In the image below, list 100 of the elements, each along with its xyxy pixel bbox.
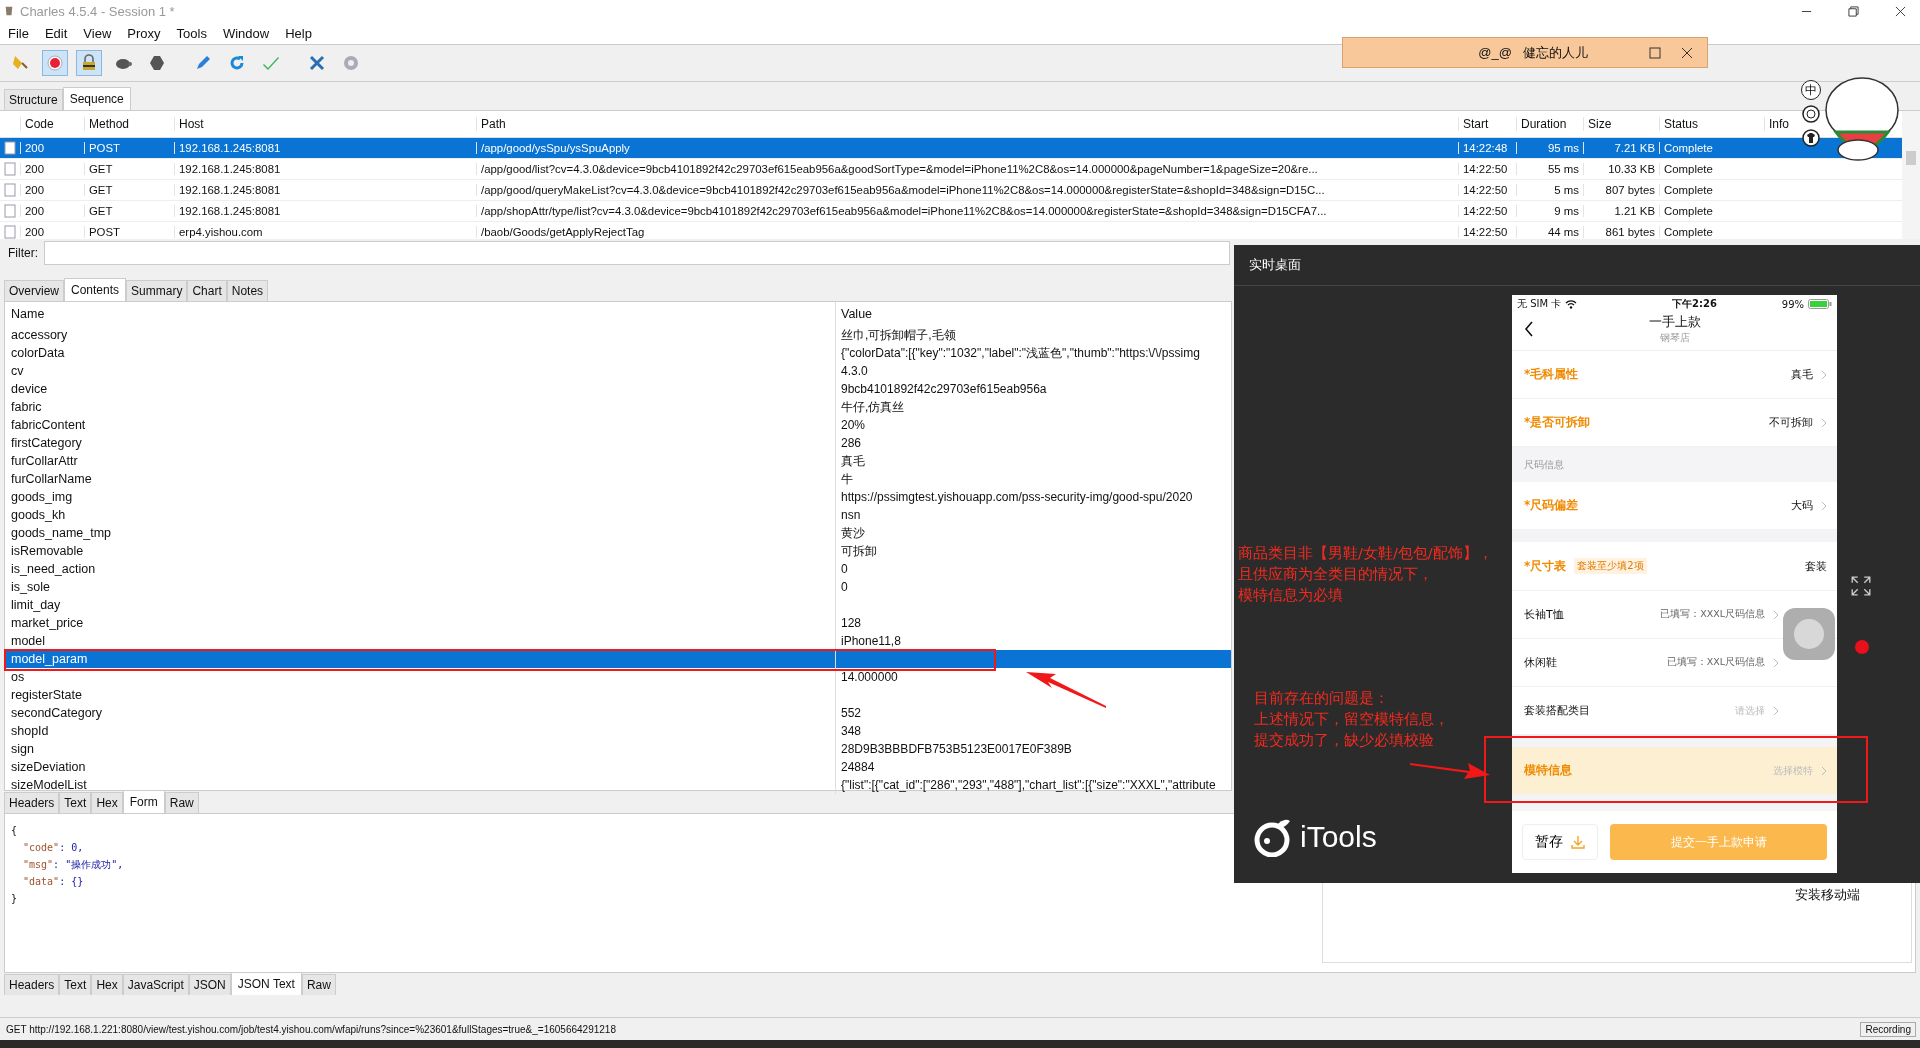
- detail-tab[interactable]: Chart: [187, 280, 227, 301]
- maximize-icon[interactable]: [1649, 46, 1661, 59]
- form-row[interactable]: goods_name_tmp 黄沙: [5, 524, 1231, 542]
- menu-item[interactable]: Proxy: [127, 25, 161, 41]
- form-row[interactable]: 长袖T恤 已填写：XXXL尺码信息: [1512, 591, 1837, 639]
- form-row[interactable]: isRemovable 可拆卸: [5, 542, 1231, 560]
- annotation-note: 商品类目非【男鞋/女鞋/包包/配饰】， 且供应商为全类目的情况下， 模特信息为必填: [1238, 544, 1493, 605]
- response-tab[interactable]: JSON Text: [230, 972, 302, 995]
- close-icon[interactable]: [1681, 46, 1693, 59]
- column-header[interactable]: Size: [1583, 117, 1659, 131]
- form-row[interactable]: firstCategory 286: [5, 434, 1231, 452]
- request-row[interactable]: 200 POST 192.168.1.245:8081 /app/good/ysSpu/ysSpuApply 14:22:48 95 ms 7.21 KB Complete: [0, 138, 1902, 159]
- form-row[interactable]: fabric 牛仔,仿真丝: [5, 398, 1231, 416]
- table-cell: 192.168.1.245:8081: [174, 142, 476, 154]
- table-cell: 5 ms: [1516, 184, 1583, 196]
- response-tab[interactable]: Headers: [4, 974, 60, 995]
- form-row[interactable]: device 9bcb4101892f42c29703ef615eab956a: [5, 380, 1231, 398]
- form-row[interactable]: fabricContent 20%: [5, 416, 1231, 434]
- menu-item[interactable]: Edit: [44, 25, 68, 41]
- table-cell: Complete: [1659, 184, 1764, 196]
- form-row[interactable]: colorData {"colorData":[{"key":"1032","label":"浅蓝色","thumb":"https:\/\/pssimg: [5, 344, 1231, 362]
- response-tab[interactable]: Hex: [91, 974, 123, 995]
- table-cell: is_sole: [11, 580, 50, 594]
- form-row[interactable]: *是否可拆卸 不可拆卸: [1512, 399, 1837, 447]
- field-placeholder: 请选择: [1735, 703, 1765, 718]
- form-row[interactable]: sign 28D9B3BBBDFB753B5123E0017E0F389B: [5, 740, 1231, 758]
- request-tab[interactable]: Text: [59, 792, 92, 813]
- throttle-button[interactable]: [76, 50, 102, 76]
- column-header[interactable]: Info: [1764, 117, 1798, 131]
- form-row[interactable]: accessory 丝巾,可拆卸帽子,毛领: [5, 326, 1231, 344]
- form-row[interactable]: *尺寸表 套装至少填2项 套装: [1512, 542, 1837, 591]
- table-cell: isRemovable: [11, 544, 84, 558]
- form-row[interactable]: *毛科属性 真毛: [1512, 351, 1837, 399]
- column-header[interactable]: Start: [1458, 117, 1516, 131]
- form-row[interactable]: goods_img https://pssimgtest.yishouapp.com/pss-security-img/good-spu/2020: [5, 488, 1231, 506]
- table-cell: goods_img: [11, 490, 73, 504]
- form-row[interactable]: *尺码偏差 大码: [1512, 482, 1837, 530]
- request-tab[interactable]: Raw: [164, 792, 199, 813]
- form-row[interactable]: market_price 128: [5, 614, 1231, 632]
- save-draft-button[interactable]: 暂存: [1522, 824, 1598, 860]
- view-tab[interactable]: Structure: [4, 89, 63, 110]
- menu-item[interactable]: View: [83, 25, 112, 41]
- form-row[interactable]: shopId 348: [5, 722, 1231, 740]
- table-cell: 200: [20, 205, 84, 217]
- table-cell: 44 ms: [1516, 226, 1583, 238]
- form-row[interactable]: is_need_action 0: [5, 560, 1231, 578]
- annotation-note: 目前存在的问题是： 上述情况下，留空模特信息， 提交成功了，缺少必填校验: [1254, 689, 1449, 750]
- request-tab[interactable]: Headers: [4, 792, 60, 813]
- form-row[interactable]: furCollarAttr 真毛: [5, 452, 1231, 470]
- form-row[interactable]: sizeDeviation 24884: [5, 758, 1231, 776]
- detail-tab[interactable]: Contents: [64, 278, 127, 301]
- close-icon[interactable]: [1895, 5, 1906, 17]
- column-header[interactable]: Value: [835, 302, 1231, 326]
- form-row[interactable]: goods_kh nsn: [5, 506, 1231, 524]
- request-row[interactable]: [0, 201, 1902, 222]
- column-header[interactable]: Code: [20, 117, 84, 131]
- column-header[interactable]: Method: [84, 117, 174, 131]
- request-row[interactable]: 200 GET 192.168.1.245:8081 /app/good/list?cv=4.3.0&device=9bcb4101892f42c29703ef615eab956a&goodSortType=&model=iPhone11%2C8&os=14.000000&pageNumber=1&pageSize=20&re... 14:22:50 55 ms 10.33 KB Complete: [0, 159, 1902, 180]
- form-row[interactable]: limit_day: [5, 596, 1231, 614]
- request-tab[interactable]: Hex: [91, 792, 123, 813]
- field-value: 已填写：XXL尺码信息: [1666, 656, 1765, 669]
- response-tab[interactable]: Text: [59, 974, 92, 995]
- menu-item[interactable]: Tools: [176, 25, 207, 41]
- form-row[interactable]: furCollarName 牛: [5, 470, 1231, 488]
- detail-tab[interactable]: Summary: [126, 280, 188, 301]
- table-cell: 14:22:50: [1458, 205, 1516, 217]
- response-tab[interactable]: JSON: [188, 974, 231, 995]
- detail-tab[interactable]: Notes: [226, 280, 269, 301]
- restore-icon[interactable]: [1848, 5, 1859, 17]
- menu-item[interactable]: Help: [285, 25, 312, 41]
- column-header[interactable]: Status: [1659, 117, 1764, 131]
- filter-label: Filter:: [8, 246, 38, 260]
- back-icon[interactable]: [1524, 321, 1534, 337]
- record-dot-icon[interactable]: [1855, 640, 1869, 654]
- table-cell: 1.21 KB: [1583, 205, 1659, 217]
- form-row[interactable]: 休闲鞋 已填写：XXL尺码信息: [1512, 639, 1837, 687]
- filter-field[interactable]: [44, 241, 1230, 265]
- column-header[interactable]: Name: [11, 307, 45, 321]
- download-icon: [1571, 835, 1585, 849]
- view-tab[interactable]: Sequence: [62, 87, 131, 110]
- field-label: 套装搭配类目: [1524, 703, 1590, 718]
- menu-item[interactable]: Window: [222, 25, 270, 41]
- install-mobile-link[interactable]: 安装移动端: [1795, 886, 1860, 904]
- column-header[interactable]: Host: [174, 117, 476, 131]
- scrollbar[interactable]: [1902, 111, 1920, 239]
- form-row[interactable]: 套装搭配类目 请选择: [1512, 687, 1837, 735]
- menu-item[interactable]: File: [8, 25, 29, 41]
- form-row[interactable]: is_sole 0: [5, 578, 1231, 596]
- record-button[interactable]: [42, 50, 68, 76]
- detail-tab[interactable]: Overview: [4, 280, 64, 301]
- form-row[interactable]: model_param: [5, 650, 1231, 668]
- column-header[interactable]: Duration: [1516, 117, 1583, 131]
- table-cell: 可拆卸: [835, 542, 1231, 560]
- column-header[interactable]: Path: [476, 117, 1458, 131]
- request-tab[interactable]: Form: [122, 790, 165, 813]
- response-tab[interactable]: Raw: [301, 974, 336, 995]
- request-row[interactable]: [0, 180, 1902, 201]
- fullscreen-icon[interactable]: [1850, 575, 1872, 597]
- response-tab[interactable]: JavaScript: [122, 974, 189, 995]
- form-row[interactable]: cv 4.3.0: [5, 362, 1231, 380]
